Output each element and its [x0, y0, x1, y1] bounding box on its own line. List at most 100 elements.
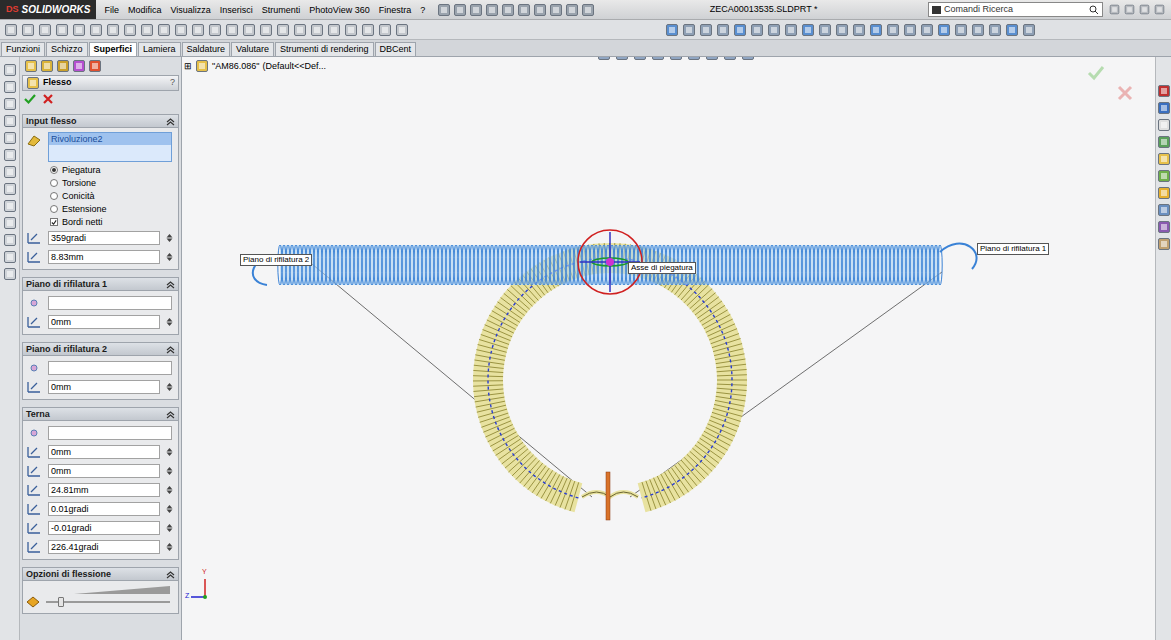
view-icon[interactable] — [723, 57, 737, 61]
section-header[interactable]: Input flesso — [23, 115, 178, 128]
selection-box[interactable] — [48, 296, 172, 310]
tool-icon[interactable] — [225, 23, 239, 37]
quick-access-icon[interactable] — [533, 3, 547, 17]
command-tab[interactable]: Saldature — [182, 42, 231, 56]
window-control-icon[interactable] — [1139, 4, 1150, 15]
collapse-icon[interactable] — [166, 117, 175, 126]
view-icon[interactable] — [687, 57, 701, 61]
value-field[interactable]: 226.41gradi — [48, 540, 160, 554]
window-control-icon[interactable] — [1154, 4, 1165, 15]
radio-option[interactable]: Torsione — [26, 177, 175, 189]
task-pane-icon[interactable] — [1157, 237, 1171, 251]
up-arrow-icon[interactable] — [166, 252, 173, 257]
menu-item[interactable]: Finestra — [379, 4, 412, 16]
tool-icon[interactable] — [733, 23, 747, 37]
task-pane-icon[interactable] — [1157, 118, 1171, 132]
collapse-icon[interactable] — [166, 280, 175, 289]
feature-icon[interactable] — [3, 267, 17, 281]
quick-access-icon[interactable] — [565, 3, 579, 17]
value-field[interactable]: 0mm — [48, 380, 160, 394]
tool-icon[interactable] — [988, 23, 1002, 37]
value-field[interactable]: 0mm — [48, 315, 160, 329]
flex-icon[interactable] — [26, 76, 40, 90]
logo[interactable]: DSSOLIDWORKS — [0, 0, 96, 19]
radio-option[interactable]: Estensione — [26, 203, 175, 215]
radio-button[interactable] — [50, 179, 58, 187]
task-pane-icon[interactable] — [1157, 152, 1171, 166]
command-tab[interactable]: Strumenti di rendering — [275, 42, 374, 56]
manager-tab-icon[interactable] — [88, 59, 102, 73]
tool-icon[interactable] — [276, 23, 290, 37]
down-arrow-icon[interactable] — [166, 547, 173, 552]
tool-icon[interactable] — [920, 23, 934, 37]
feature-icon[interactable] — [3, 131, 17, 145]
task-pane-icon[interactable] — [1157, 101, 1171, 115]
menu-item[interactable]: Strumenti — [262, 4, 301, 16]
tool-icon[interactable] — [716, 23, 730, 37]
down-arrow-icon[interactable] — [166, 490, 173, 495]
view-icon[interactable] — [705, 57, 719, 61]
manager-tab-icon[interactable] — [24, 59, 38, 73]
tool-icon[interactable] — [937, 23, 951, 37]
tool-icon[interactable] — [361, 23, 375, 37]
quick-access-icon[interactable] — [581, 3, 595, 17]
up-arrow-icon[interactable] — [166, 504, 173, 509]
spinner[interactable] — [166, 523, 174, 533]
radio-option[interactable]: Conicità — [26, 190, 175, 202]
quick-access-icon[interactable] — [437, 3, 451, 17]
quick-access-icon[interactable] — [485, 3, 499, 17]
menu-item[interactable]: Modifica — [128, 4, 162, 16]
feature-icon[interactable] — [3, 148, 17, 162]
tool-icon[interactable] — [1022, 23, 1036, 37]
graphics-area[interactable]: ⊞"AM86.086"(Default<<Def...Piano di rifi… — [182, 57, 1155, 640]
down-arrow-icon[interactable] — [166, 238, 173, 243]
section-header[interactable]: Piano di rifilatura 2 — [23, 343, 178, 356]
window-control-icon[interactable] — [1109, 4, 1120, 15]
down-arrow-icon[interactable] — [166, 528, 173, 533]
command-tab[interactable]: Superfici — [89, 42, 138, 56]
quick-access-icon[interactable] — [549, 3, 563, 17]
command-tab[interactable]: DBCent — [375, 42, 417, 56]
value-field[interactable]: 359gradi — [48, 231, 160, 245]
feature-icon[interactable] — [3, 216, 17, 230]
tool-icon[interactable] — [55, 23, 69, 37]
tool-icon[interactable] — [327, 23, 341, 37]
spinner[interactable] — [166, 466, 174, 476]
body-list[interactable]: Rivoluzione2 — [48, 132, 172, 162]
view-icon[interactable] — [669, 57, 683, 61]
radio-button[interactable] — [50, 192, 58, 200]
command-tab[interactable]: Lamiera — [138, 42, 181, 56]
tool-icon[interactable] — [903, 23, 917, 37]
value-field[interactable]: 0mm — [48, 464, 160, 478]
quick-access-icon[interactable] — [453, 3, 467, 17]
collapse-icon[interactable] — [166, 345, 175, 354]
tool-icon[interactable] — [784, 23, 798, 37]
task-pane-icon[interactable] — [1157, 169, 1171, 183]
spinner[interactable] — [166, 233, 174, 243]
confirm-x-icon[interactable] — [1117, 85, 1133, 101]
tool-icon[interactable] — [89, 23, 103, 37]
menu-item[interactable]: File — [104, 4, 119, 16]
up-arrow-icon[interactable] — [166, 233, 173, 238]
view-icon[interactable] — [633, 57, 647, 61]
value-field[interactable]: 8.83mm — [48, 250, 160, 264]
tool-icon[interactable] — [1005, 23, 1019, 37]
tool-icon[interactable] — [378, 23, 392, 37]
down-arrow-icon[interactable] — [166, 452, 173, 457]
task-pane-icon[interactable] — [1157, 84, 1171, 98]
body-list-item[interactable]: Rivoluzione2 — [49, 133, 171, 145]
tool-icon[interactable] — [191, 23, 205, 37]
tool-icon[interactable] — [801, 23, 815, 37]
tool-icon[interactable] — [869, 23, 883, 37]
tool-icon[interactable] — [852, 23, 866, 37]
quick-access-icon[interactable] — [501, 3, 515, 17]
manager-tab-icon[interactable] — [40, 59, 54, 73]
tool-icon[interactable] — [259, 23, 273, 37]
up-arrow-icon[interactable] — [166, 382, 173, 387]
selection-box[interactable] — [48, 361, 172, 375]
tool-icon[interactable] — [344, 23, 358, 37]
tool-icon[interactable] — [21, 23, 35, 37]
section-header[interactable]: Opzioni di flessione — [23, 568, 178, 581]
tool-icon[interactable] — [665, 23, 679, 37]
feature-icon[interactable] — [3, 250, 17, 264]
